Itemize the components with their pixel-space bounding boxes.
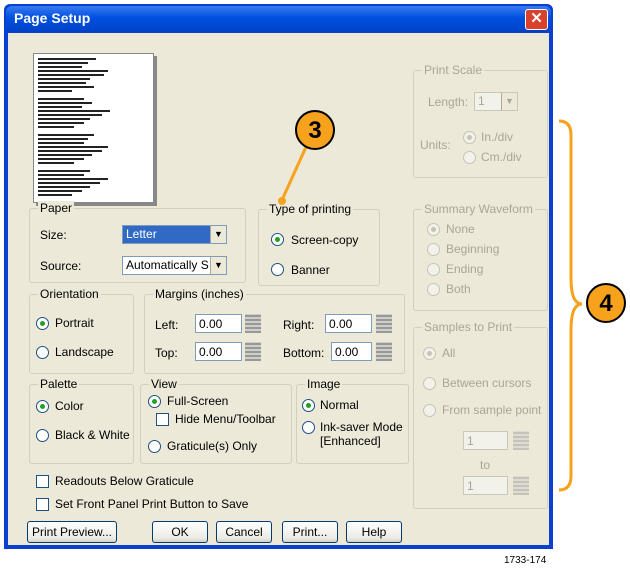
callout-4-bracket — [558, 119, 583, 492]
callout-3-pointer — [280, 146, 308, 201]
callout-3: 3 — [295, 110, 335, 150]
callout-leaders — [278, 119, 583, 492]
callout-4: 4 — [586, 283, 626, 323]
figure-id: 1733-174 — [504, 555, 547, 566]
callout-3-dot — [278, 197, 286, 205]
